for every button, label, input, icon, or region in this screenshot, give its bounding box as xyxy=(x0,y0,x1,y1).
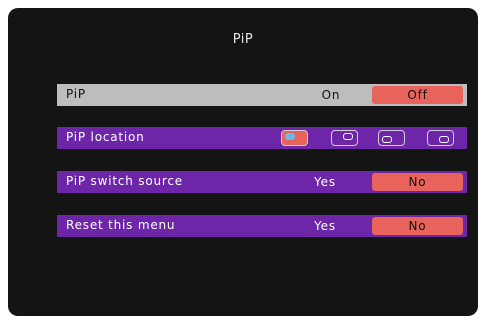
pip-on-option[interactable]: On xyxy=(306,88,356,102)
location-bottom-left-icon[interactable] xyxy=(378,130,405,146)
reset-yes-option[interactable]: Yes xyxy=(300,219,350,233)
row-pip[interactable]: PiP On Off xyxy=(57,84,467,106)
switch-source-yes-option[interactable]: Yes xyxy=(300,175,350,189)
row-reset-menu-label: Reset this menu xyxy=(66,218,176,232)
row-pip-switch-source[interactable]: PiP switch source Yes No xyxy=(57,171,467,193)
location-marker-icon xyxy=(343,133,353,140)
location-marker-icon xyxy=(439,136,449,143)
row-pip-label: PiP xyxy=(66,87,86,101)
menu-title: PiP xyxy=(232,32,254,47)
pip-off-option[interactable]: Off xyxy=(372,86,463,104)
switch-source-no-option[interactable]: No xyxy=(372,173,463,191)
location-top-right-icon[interactable] xyxy=(331,130,358,146)
location-marker-icon xyxy=(285,133,295,140)
row-pip-location[interactable]: PiP location xyxy=(57,127,467,149)
row-pip-switch-source-label: PiP switch source xyxy=(66,174,183,188)
osd-menu: PiP PiP On Off PiP location PiP switch s… xyxy=(8,8,478,316)
location-bottom-right-icon[interactable] xyxy=(427,130,454,146)
row-reset-menu[interactable]: Reset this menu Yes No xyxy=(57,215,467,237)
location-marker-icon xyxy=(382,136,392,143)
location-top-left-icon[interactable] xyxy=(281,130,308,146)
row-pip-location-label: PiP location xyxy=(66,130,145,144)
reset-no-option[interactable]: No xyxy=(372,217,463,235)
